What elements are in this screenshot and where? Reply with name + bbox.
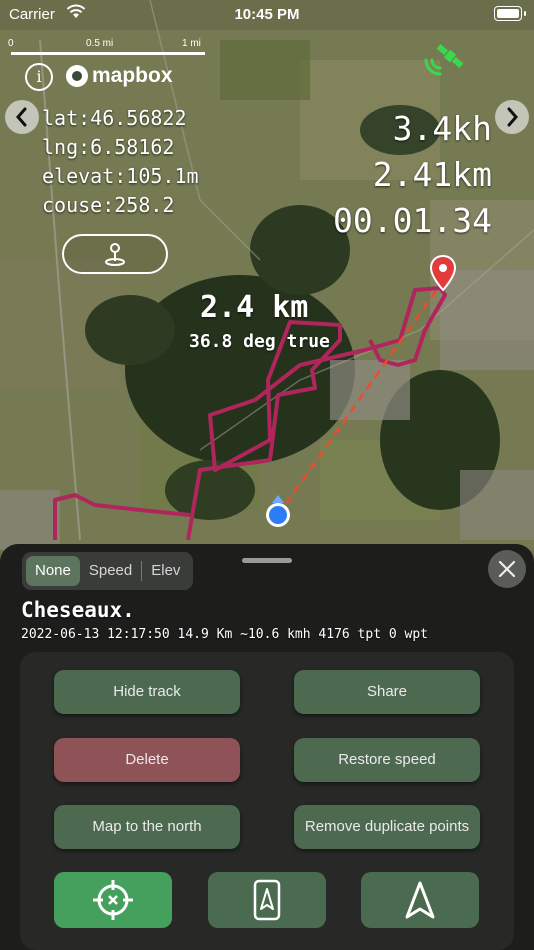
- course-label: couse:258.2: [42, 193, 175, 217]
- sheet-drag-handle[interactable]: [242, 558, 292, 563]
- track-title: Cheseaux.: [21, 598, 135, 622]
- mapbox-logo[interactable]: mapbox: [66, 64, 173, 88]
- delete-button[interactable]: Delete: [54, 738, 240, 782]
- distance-label: 2.41km: [372, 155, 492, 194]
- battery-icon: [494, 6, 526, 21]
- segment-speed[interactable]: Speed: [80, 556, 141, 586]
- measure-distance-label: 2.4 km: [200, 290, 309, 325]
- scale-label-0: 0: [8, 38, 14, 49]
- track-meta: 2022-06-13 12:17:50 14.9 Km ~10.6 kmh 41…: [21, 627, 428, 642]
- segment-elevation[interactable]: Elev: [142, 556, 189, 586]
- info-icon[interactable]: i: [25, 63, 53, 91]
- status-bar: Carrier 10:45 PM: [0, 0, 534, 30]
- restore-speed-button[interactable]: Restore speed: [294, 738, 480, 782]
- next-arrow-button[interactable]: [495, 100, 529, 134]
- stats-readout: 3.4kh 2.41km 00.01.34: [333, 106, 492, 244]
- remove-duplicates-button[interactable]: Remove duplicate points: [294, 805, 480, 849]
- previous-arrow-button[interactable]: [5, 100, 39, 134]
- phone-navigation-icon: [253, 879, 281, 921]
- device-heading-button[interactable]: [208, 872, 326, 928]
- recenter-button[interactable]: [54, 872, 172, 928]
- map-north-button[interactable]: Map to the north: [54, 805, 240, 849]
- scale-label-half: 0.5 mi: [86, 38, 114, 49]
- navigation-arrow-icon: [405, 881, 435, 919]
- bottom-sheet: None Speed Elev Cheseaux. 2022-06-13 12:…: [0, 544, 534, 950]
- mapbox-label: mapbox: [92, 64, 173, 87]
- chevron-right-icon: [507, 107, 518, 127]
- elevation-label: elevat:105.1m: [42, 164, 199, 188]
- drop-pin-button[interactable]: [62, 234, 168, 274]
- hide-track-button[interactable]: Hide track: [54, 670, 240, 714]
- speed-label: 3.4kh: [392, 109, 492, 148]
- coordinates-readout: lat:46.56822 lng:6.58162 elevat:105.1m c…: [42, 104, 199, 220]
- scale-label-one: 1 mi: [182, 38, 201, 49]
- follow-heading-button[interactable]: [361, 872, 479, 928]
- share-button[interactable]: Share: [294, 670, 480, 714]
- mapbox-icon: [66, 65, 88, 87]
- latitude-label: lat:46.56822: [42, 106, 187, 130]
- crosshair-icon: [93, 880, 133, 920]
- color-mode-segmented-control: None Speed Elev: [22, 552, 194, 590]
- gps-satellite-icon[interactable]: [422, 42, 466, 80]
- longitude-label: lng:6.58162: [42, 135, 175, 159]
- close-icon: [498, 560, 516, 578]
- pin-location-icon: [105, 243, 125, 266]
- chevron-left-icon: [16, 107, 27, 127]
- close-button[interactable]: [488, 550, 526, 588]
- elapsed-time-label: 00.01.34: [333, 201, 492, 240]
- clock: 10:45 PM: [234, 6, 300, 23]
- measure-bearing-label: 36.8 deg true: [189, 331, 330, 352]
- segment-none[interactable]: None: [26, 556, 80, 586]
